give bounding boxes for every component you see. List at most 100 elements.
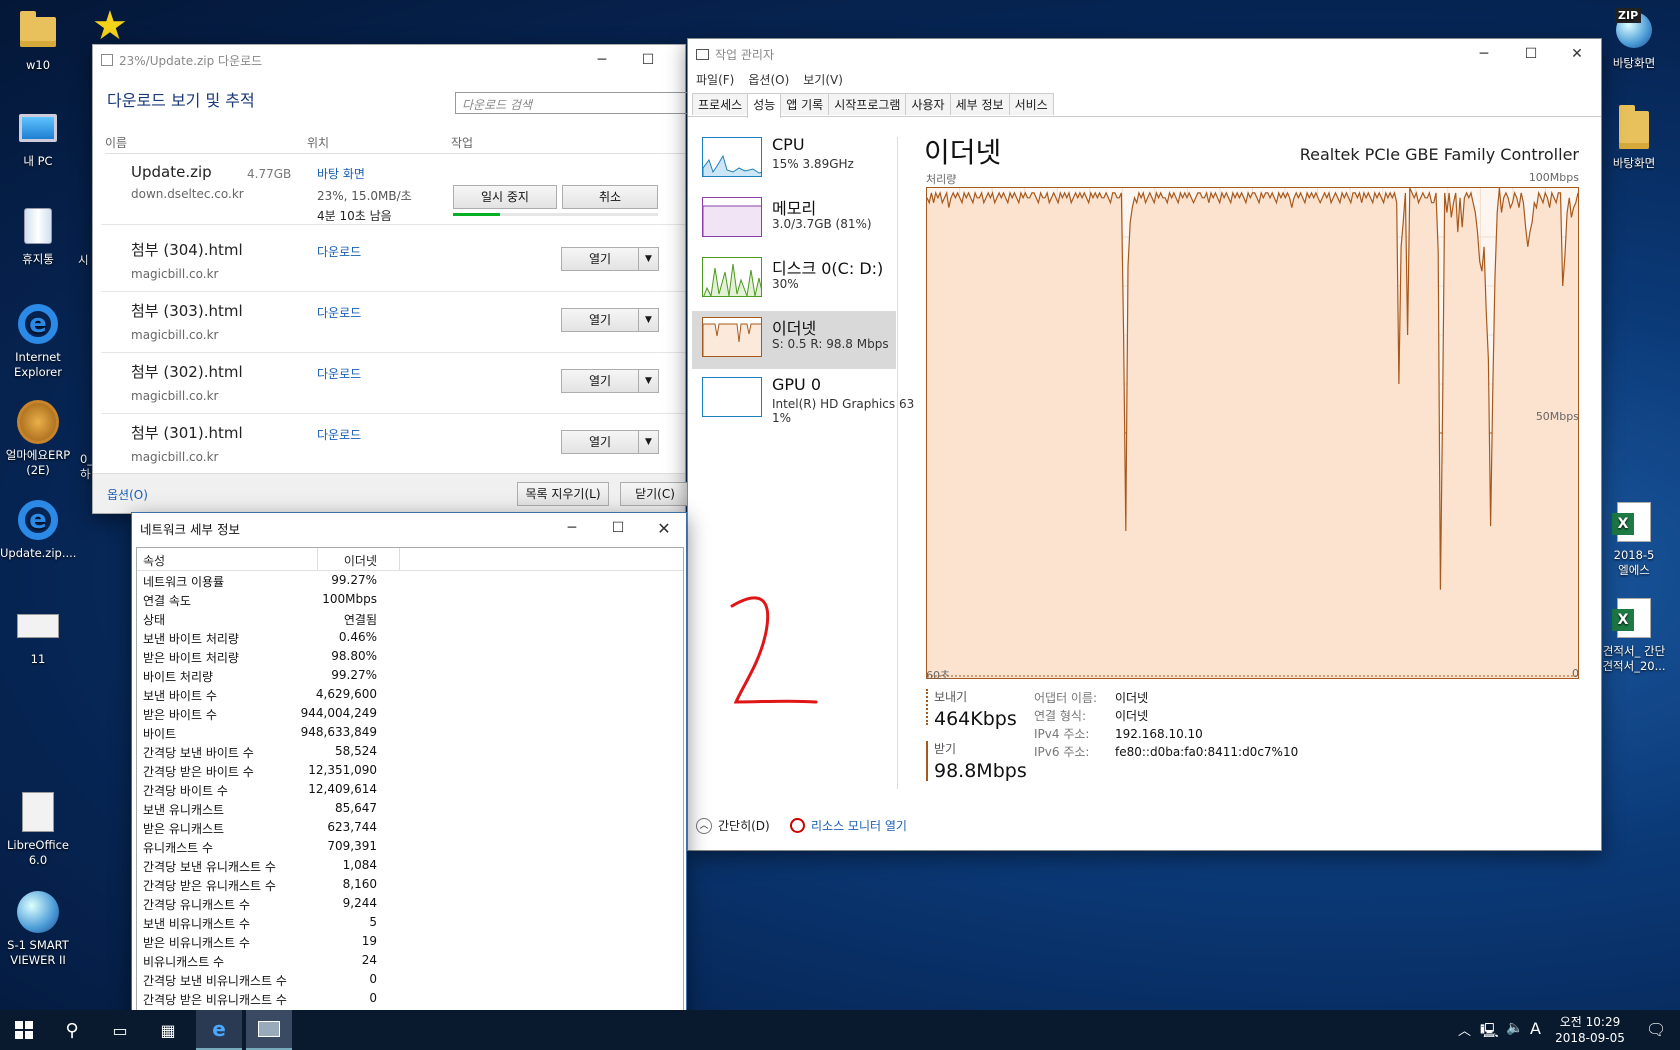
resource-monitor-link[interactable]: 리소스 모니터 열기 [790, 817, 907, 834]
table-row[interactable]: 간격당 받은 유니캐스트 수 8,160 [137, 875, 683, 894]
download-item[interactable]: 첨부 (302).html magicbill.co.kr 다운로드 열기 ▼ [101, 353, 685, 414]
table-row[interactable]: 보낸 비유니캐스트 수 5 [137, 913, 683, 932]
notifications-icon[interactable]: 🗨 [1646, 1020, 1666, 1039]
chevron-down-icon[interactable]: ▼ [639, 430, 659, 454]
table-row[interactable]: 간격당 바이트 수 12,409,614 [137, 780, 683, 799]
table-row[interactable]: 바이트 948,633,849 [137, 723, 683, 742]
tab-processes[interactable]: 프로세스 [692, 93, 749, 115]
tab-performance[interactable]: 성능 [747, 93, 782, 118]
desktop-icon-11[interactable]: 11 [0, 604, 76, 667]
open-button[interactable]: 열기 [561, 369, 639, 393]
menu-file[interactable]: 파일(F) [696, 71, 734, 88]
volume-icon[interactable]: 🔈 [1506, 1020, 1523, 1036]
tab-services[interactable]: 서비스 [1008, 93, 1054, 115]
close-button[interactable]: ✕ [641, 513, 687, 543]
table-row[interactable]: 바이트 처리량 99.27% [137, 666, 683, 685]
table-row[interactable]: 보낸 유니캐스트 85,647 [137, 799, 683, 818]
table-row[interactable]: 간격당 보낸 바이트 수 58,524 [137, 742, 683, 761]
table-row[interactable]: 보낸 바이트 처리량 0.46% [137, 628, 683, 647]
desktop-icon-excel-1[interactable]: 2018-5 엘에스 [1596, 500, 1672, 578]
open-button[interactable]: 열기 [561, 247, 639, 271]
taskbar-task-manager-button[interactable] [246, 1010, 292, 1050]
close-button[interactable]: ✕ [1554, 39, 1600, 69]
menu-options[interactable]: 옵션(O) [748, 71, 789, 88]
table-row[interactable]: 간격당 받은 바이트 수 12,351,090 [137, 761, 683, 780]
table-row[interactable]: 비유니캐스트 수 24 [137, 951, 683, 970]
cancel-button[interactable]: 취소 [562, 185, 658, 209]
download-location-link[interactable]: 바탕 화면 [317, 165, 365, 182]
desktop-icon-erp[interactable]: 얼마에요ERP (2E) [0, 400, 76, 478]
start-button[interactable] [0, 1010, 48, 1050]
download-location-link[interactable]: 다운로드 [317, 365, 361, 382]
tab-details[interactable]: 세부 정보 [949, 93, 1010, 115]
menu-view[interactable]: 보기(V) [803, 71, 843, 88]
table-row[interactable]: 연결 속도 100Mbps [137, 590, 683, 609]
close-button[interactable]: 닫기(C) [620, 482, 690, 506]
table-row[interactable]: 받은 비유니캐스트 수 19 [137, 932, 683, 951]
desktop-icon-folder[interactable]: 바탕화면 [1596, 105, 1672, 171]
desktop-icon-ie[interactable]: e Internet Explorer [0, 302, 76, 380]
download-location-link[interactable]: 다운로드 [317, 243, 361, 260]
pause-button[interactable]: 일시 중지 [453, 185, 557, 209]
tab-startup[interactable]: 시작프로그램 [828, 93, 907, 115]
sidebar-item-disk[interactable]: 디스크 0(C: D:) 30% [692, 251, 896, 309]
row-property: 간격당 보낸 유니캐스트 수 [143, 860, 276, 874]
tab-users[interactable]: 사용자 [905, 93, 951, 115]
table-row[interactable]: 간격당 보낸 유니캐스트 수 1,084 [137, 856, 683, 875]
download-item[interactable]: 첨부 (304).html magicbill.co.kr 다운로드 열기 ▼ [101, 231, 685, 292]
chevron-down-icon[interactable]: ▼ [639, 247, 659, 271]
table-row[interactable]: 상태 연결됨 [137, 609, 683, 628]
show-hidden-icons[interactable]: ︿ [1458, 1020, 1471, 1039]
maximize-button[interactable]: ☐ [625, 45, 671, 75]
desktop-icon-libreoffice[interactable]: LibreOffice 6.0 [0, 790, 76, 868]
download-search-input[interactable]: 다운로드 검색 [455, 92, 695, 114]
options-link[interactable]: 옵션(O) [107, 486, 148, 503]
desktop-icon-w10[interactable]: w10 [0, 10, 76, 73]
desktop-icon-smart-viewer[interactable]: S-1 SMART VIEWER II [0, 890, 76, 968]
desktop-icon-recycle-bin[interactable]: 휴지통 [0, 204, 76, 267]
download-item[interactable]: 첨부 (303).html magicbill.co.kr 다운로드 열기 ▼ [101, 292, 685, 353]
network-icon[interactable]: 🖳 [1480, 1020, 1499, 1044]
row-property: 바이트 [143, 727, 177, 741]
table-row[interactable]: 간격당 보낸 비유니캐스트 수 0 [137, 970, 683, 989]
search-icon[interactable]: ⚲ [48, 1010, 96, 1050]
clock[interactable]: 오전 10:29 2018-09-05 [1552, 1014, 1628, 1046]
desktop-icon-excel-2[interactable]: 견적서_ 간단 견적서_20... [1596, 596, 1672, 674]
minimize-button[interactable]: ─ [1461, 39, 1507, 69]
download-location-link[interactable]: 다운로드 [317, 426, 361, 443]
calculator-icon[interactable]: ▦ [146, 1010, 190, 1050]
table-row[interactable]: 유니캐스트 수 709,391 [137, 837, 683, 856]
chevron-down-icon[interactable]: ▼ [639, 308, 659, 332]
table-row[interactable]: 보낸 바이트 수 4,629,600 [137, 685, 683, 704]
table-row[interactable]: 받은 바이트 처리량 98.80% [137, 647, 683, 666]
clear-list-button[interactable]: 목록 지우기(L) [517, 482, 609, 506]
desktop-icon-update-zip[interactable]: e Update.zip.... [0, 498, 76, 561]
tab-app-history[interactable]: 앱 기록 [780, 93, 830, 115]
open-button[interactable]: 열기 [561, 430, 639, 454]
chevron-down-icon[interactable]: ▼ [639, 369, 659, 393]
download-item[interactable]: 첨부 (301).html magicbill.co.kr 다운로드 열기 ▼ [101, 414, 685, 475]
ime-indicator[interactable]: A [1530, 1019, 1541, 1038]
table-row[interactable]: 간격당 유니캐스트 수 9,244 [137, 894, 683, 913]
sidebar-item-cpu[interactable]: CPU 15% 3.89GHz [692, 131, 896, 189]
table-row[interactable]: 네트워크 이용률 99.27% [137, 571, 683, 590]
minimize-button[interactable]: ─ [549, 513, 595, 543]
desktop-icon-my-pc[interactable]: 내 PC [0, 106, 76, 169]
taskbar-ie-button[interactable]: e [196, 1010, 242, 1050]
table-row[interactable]: 간격당 받은 비유니캐스트 수 0 [137, 989, 683, 1008]
sidebar-item-gpu[interactable]: GPU 0 Intel(R) HD Graphics 63 1% [692, 371, 914, 429]
simplify-button[interactable]: ︿ 간단히(D) [696, 817, 770, 834]
open-button[interactable]: 열기 [561, 308, 639, 332]
download-titlebar: 23%/Update.zip 다운로드 ─ ☐ [93, 45, 685, 75]
download-location-link[interactable]: 다운로드 [317, 304, 361, 321]
desktop-icon-zip-folder[interactable]: ZIP 바탕화면 [1596, 8, 1672, 71]
maximize-button[interactable]: ☐ [1508, 39, 1554, 69]
sidebar-item-memory[interactable]: 메모리 3.0/3.7GB (81%) [692, 191, 896, 249]
download-item-active[interactable]: Update.zip 4.77GB down.dseltec.co.kr 바탕 … [101, 155, 685, 225]
task-view-icon[interactable]: ▭ [96, 1010, 144, 1050]
minimize-button[interactable]: ─ [579, 45, 625, 75]
sidebar-item-ethernet[interactable]: 이더넷 S: 0.5 R: 98.8 Mbps [692, 311, 896, 369]
table-row[interactable]: 받은 유니캐스트 623,744 [137, 818, 683, 837]
table-row[interactable]: 받은 바이트 수 944,004,249 [137, 704, 683, 723]
maximize-button[interactable]: ☐ [595, 513, 641, 543]
